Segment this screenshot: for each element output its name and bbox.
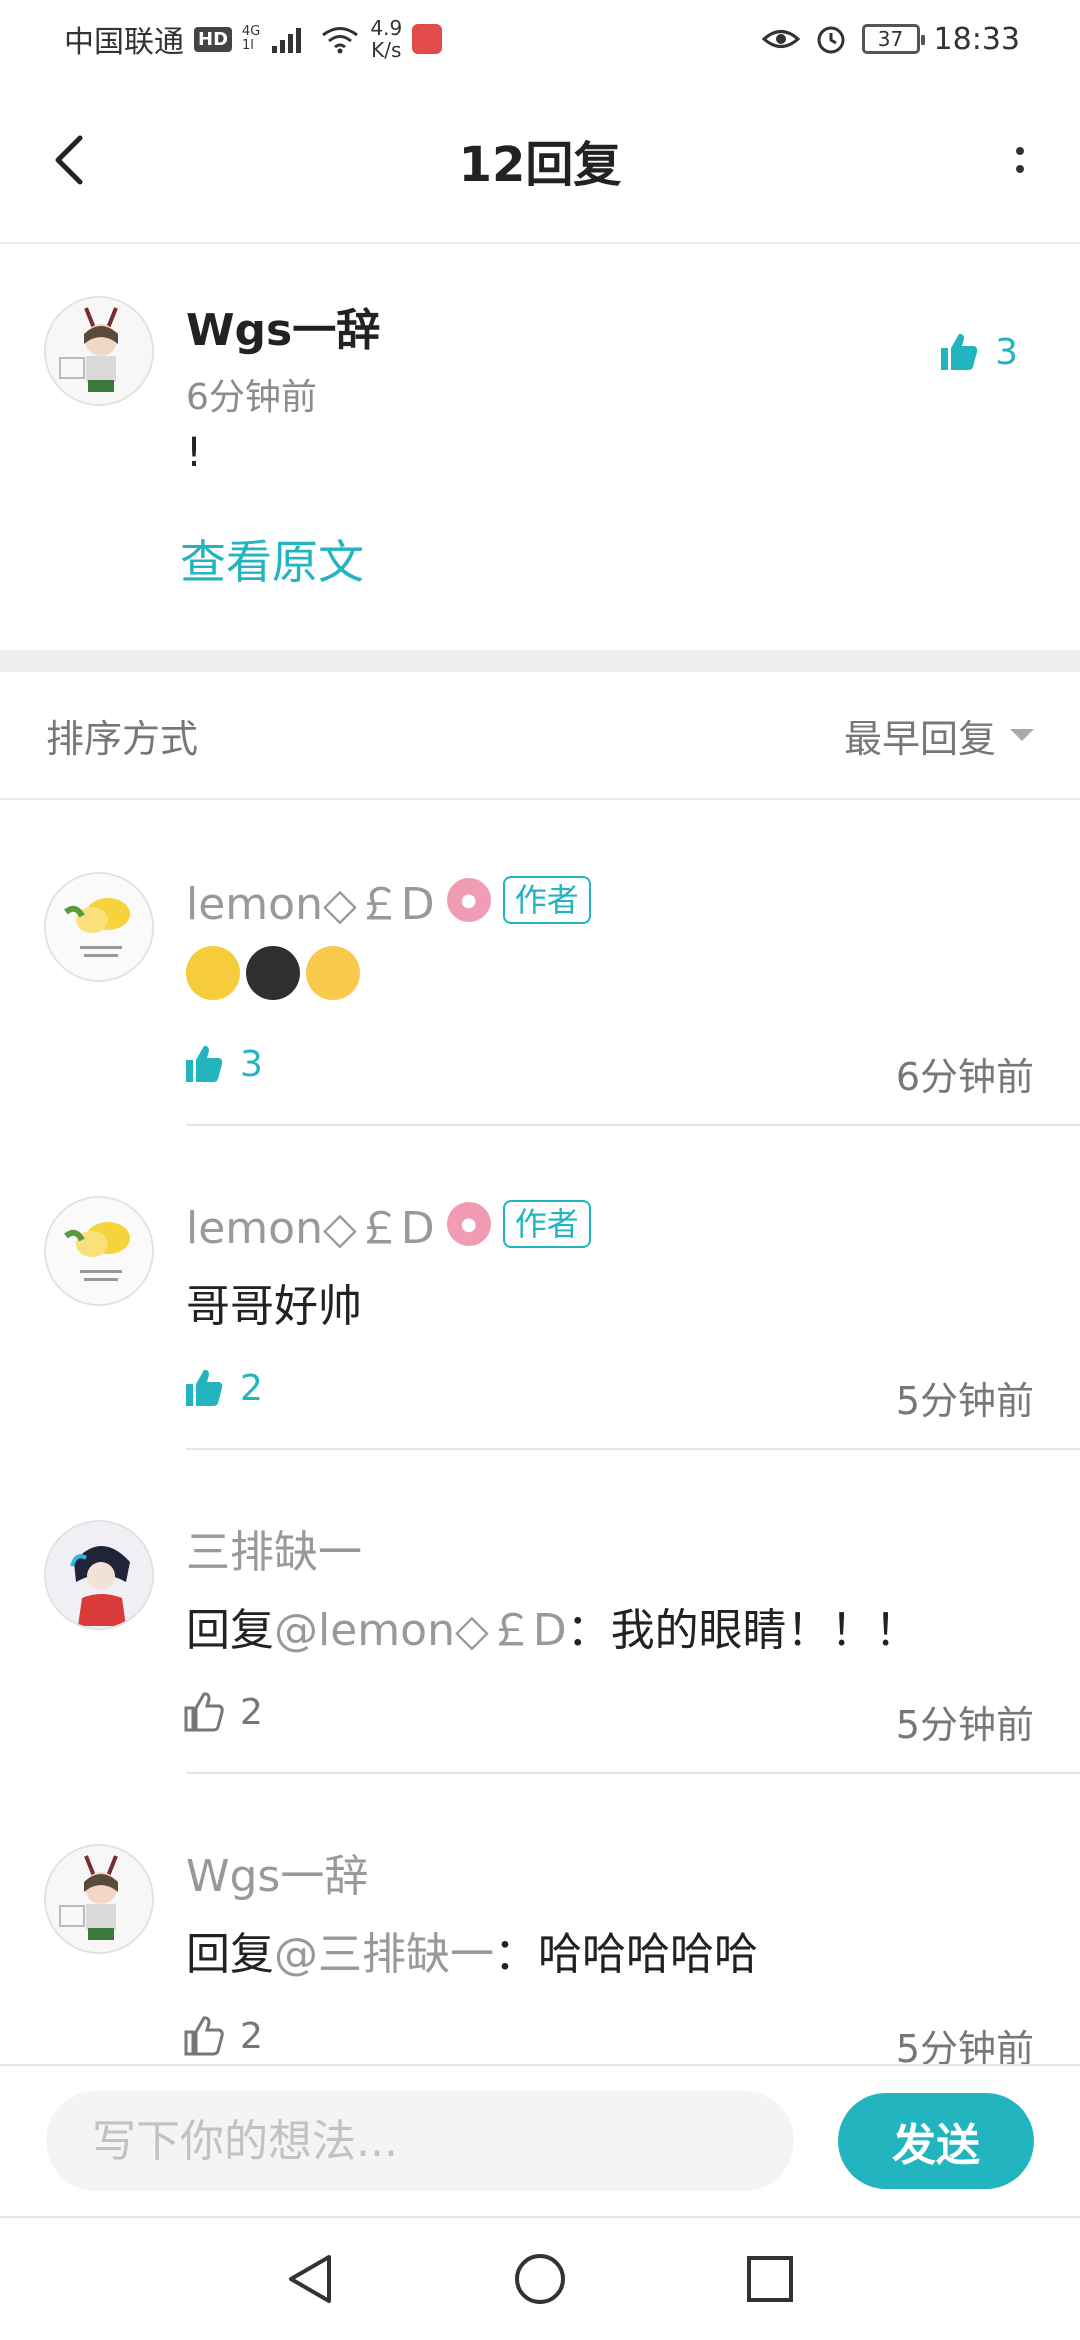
reply-content: 回复 @三排缺一 ：哈哈哈哈哈 [186,1918,758,1982]
reply-item: lemon◇￡D ● 作者 3 6分钟前 [0,802,1080,1126]
reply-like-count: 2 [240,2015,263,2057]
avatar[interactable] [44,1520,154,1630]
avatar[interactable] [44,1844,154,1954]
nav-back-button[interactable] [280,2249,340,2309]
thumbs-up-outline-icon [184,2016,224,2056]
clock: 18:33 [933,21,1020,57]
reply-content: 哥哥好帅 [186,1281,362,1332]
reply-timestamp: 5分钟前 [895,1703,1034,1747]
reply-author-name[interactable]: Wgs一辞 [186,1840,368,1904]
page-title: 12回复 [458,137,622,193]
reply-author-name[interactable]: lemon◇￡D [186,1192,435,1256]
original-timestamp: 6分钟前 [186,377,317,418]
original-like-button[interactable]: 3 [937,330,1018,374]
avatar-lemon-icon [46,874,152,980]
back-button[interactable] [40,130,100,190]
reply-text: ：我的眼睛！！！ [566,1605,919,1656]
network-sub: 1l [242,38,254,53]
reply-author-name[interactable]: 三排缺一 [186,1516,362,1580]
reply-prefix: 回复 [186,1929,274,1980]
speed-value: 4.9 [370,16,403,40]
avatar-character-icon [46,1846,152,1952]
notification-app-icon [412,24,443,54]
hd-badge: HD [194,26,233,52]
reply-content [186,946,366,1000]
dark-smirk-emoji-icon [246,946,300,1000]
caret-down-icon [1010,729,1034,741]
carrier-label: 中国联通 [64,25,184,60]
reply-item: Wgs一辞 回复 @三排缺一 ：哈哈哈哈哈 2 5分钟前 [0,1774,1080,2098]
signal-icon [272,28,302,53]
triangle-back-icon [289,2255,331,2303]
reply-item: 三排缺一 回复 @lemon◇￡D ：我的眼睛！！！ 2 5分钟前 [0,1450,1080,1774]
avatar[interactable] [44,296,154,406]
reply-like-count: 2 [240,1691,263,1733]
wifi-icon [322,27,359,54]
author-tag: 作者 [502,876,591,924]
avatar-character-icon [46,1522,152,1628]
level-badge-icon: ● [446,1202,491,1246]
sort-dropdown[interactable]: 最早回复 [844,708,1034,763]
reply-like-button[interactable]: 2 [182,1366,263,1410]
sort-row: 排序方式 最早回复 [0,672,1080,800]
reply-item: lemon◇￡D ● 作者 哥哥好帅 2 5分钟前 [0,1126,1080,1450]
send-button[interactable]: 发送 [838,2093,1034,2189]
original-content: ! [186,430,203,476]
reply-text: ：哈哈哈哈哈 [494,1929,758,1980]
reply-like-count: 3 [240,1043,263,1085]
section-divider [0,650,1080,672]
square-recents-icon [747,2256,793,2302]
reply-like-button[interactable]: 3 [182,1042,263,1086]
reply-author-name[interactable]: lemon◇￡D [186,868,435,932]
sort-label: 排序方式 [46,716,199,761]
thumbs-up-filled-icon [186,1369,223,1406]
status-bar: 中国联通 HD 4G 1l 4.9 K/s 37 18:33 [0,0,1080,78]
circle-home-icon [515,2254,565,2304]
avatar[interactable] [44,872,154,982]
view-original-link[interactable]: 查看原文 [180,526,364,592]
reply-timestamp: 6分钟前 [895,1055,1034,1099]
network-type: 4G [242,24,261,39]
nav-home-button[interactable] [510,2249,570,2309]
eye-icon [761,30,800,48]
reply-content: 回复 @lemon◇￡D ：我的眼睛！！！ [186,1594,919,1658]
nav-recents-button[interactable] [740,2249,800,2309]
battery-indicator: 37 [861,24,925,54]
reply-prefix: 回复 [186,1605,274,1656]
original-comment: Wgs一辞 6分钟前 ! 查看原文 3 [0,244,1080,650]
smirk-emoji-icon [186,946,240,1000]
system-nav-bar [0,2216,1080,2340]
original-like-count: 3 [995,331,1018,373]
flushed-emoji-icon [306,946,360,1000]
thumbs-up-filled-icon [941,333,978,370]
more-dot-icon [1016,165,1024,173]
avatar-lemon-icon [46,1198,152,1304]
top-app-bar: 12回复 [0,78,1080,244]
thumbs-up-outline-icon [184,1692,224,1732]
avatar-character-icon [46,298,152,404]
reply-like-button[interactable]: 2 [182,2014,263,2058]
reply-timestamp: 5分钟前 [895,1379,1034,1423]
more-dot-icon [1016,147,1024,155]
more-options-button[interactable] [1000,130,1040,190]
reply-like-count: 2 [240,1367,263,1409]
comment-input[interactable] [46,2091,794,2191]
thumbs-up-filled-icon [186,1045,223,1082]
original-author-name[interactable]: Wgs一辞 [186,294,380,358]
network-indicator: 4G 1l [242,25,260,53]
comment-composer: 发送 [0,2064,1080,2216]
mention-link[interactable]: @三排缺一 [274,1918,494,1982]
author-tag: 作者 [502,1200,591,1248]
network-speed: 4.9 K/s [370,17,402,61]
alarm-icon [817,26,845,54]
level-badge-icon: ● [446,878,491,922]
sort-selected-value: 最早回复 [843,716,996,761]
mention-link[interactable]: @lemon◇￡D [274,1594,567,1658]
avatar[interactable] [44,1196,154,1306]
speed-unit: K/s [371,38,402,62]
reply-like-button[interactable]: 2 [182,1690,263,1734]
chevron-left-icon [55,135,83,185]
